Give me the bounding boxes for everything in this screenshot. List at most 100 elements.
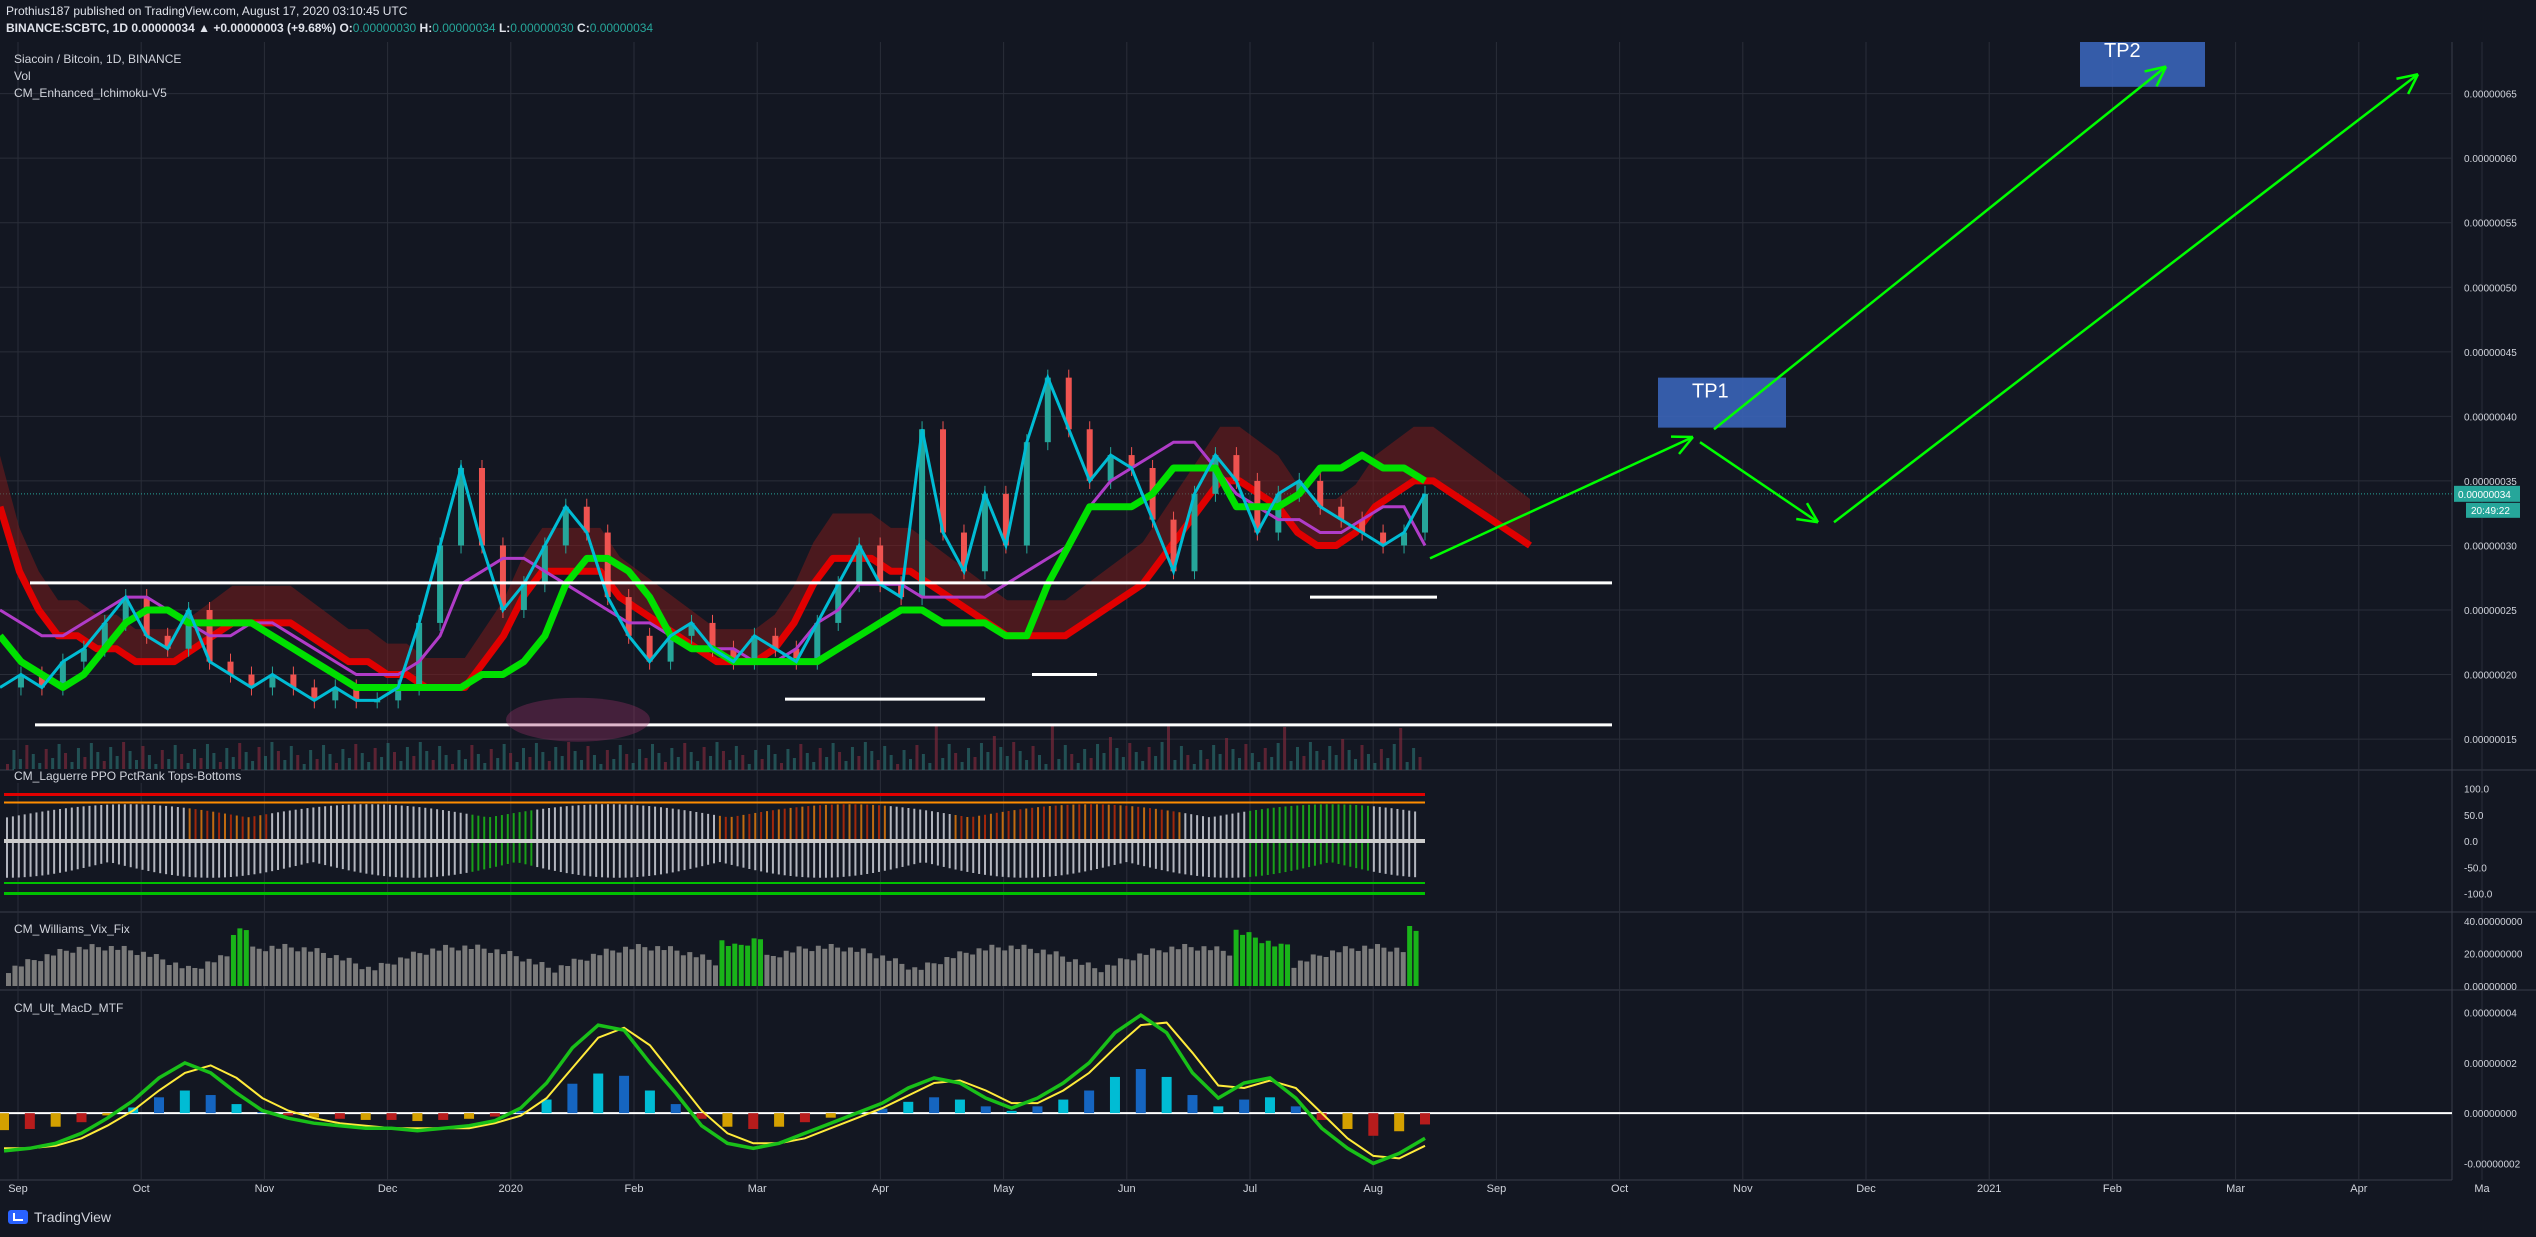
volume-bar <box>457 750 461 770</box>
laguerre-bar <box>960 816 963 841</box>
laguerre-bar <box>353 804 356 841</box>
volume-bar <box>689 752 693 770</box>
vix-bar <box>629 949 635 986</box>
vix-bar <box>963 952 969 986</box>
volume-bar <box>1083 749 1087 770</box>
legend-title[interactable]: Siacoin / Bitcoin, 1D, BINANCE <box>14 52 181 66</box>
laguerre-bar <box>1143 841 1146 867</box>
laguerre-bar <box>730 816 733 841</box>
volume-bar <box>1031 746 1035 770</box>
laguerre-bar <box>860 804 863 841</box>
volume-bar <box>1044 764 1048 770</box>
laguerre-bar <box>459 812 462 841</box>
vix-bar <box>410 951 416 986</box>
y-tick-label: 0.0 <box>2464 837 2478 848</box>
vix-bar <box>57 948 63 986</box>
vix-bar <box>1265 940 1271 986</box>
laguerre-bar <box>100 841 103 864</box>
laguerre-bar <box>683 810 686 841</box>
laguerre-bar <box>483 816 486 841</box>
y-tick-label: 20.00000000 <box>2464 950 2523 961</box>
laguerre-bar <box>82 806 85 841</box>
vix-bar <box>1291 967 1297 986</box>
vix-bar <box>931 963 937 986</box>
laguerre-bar <box>1078 841 1081 873</box>
price-change: ▲ +0.00000003 (+9.68%) <box>198 21 337 35</box>
volume-bar <box>1192 764 1196 770</box>
volume-bar <box>573 751 577 770</box>
vix-bar <box>224 956 230 986</box>
vix-bar <box>1188 947 1194 986</box>
volume-bar <box>515 762 519 770</box>
volume-bar <box>644 758 648 770</box>
pane-label-laguerre[interactable]: CM_Laguerre PPO PctRank Tops-Bottoms <box>14 769 242 783</box>
laguerre-bar <box>23 841 26 878</box>
laguerre-bar <box>754 812 757 841</box>
publish-info: Prothius187 published on TradingView.com… <box>6 4 408 18</box>
laguerre-bar <box>394 805 397 841</box>
laguerre-bar <box>135 841 138 869</box>
y-tick-label: 0.00000050 <box>2464 283 2517 294</box>
vix-bar <box>1330 950 1336 986</box>
legend-ichimoku[interactable]: CM_Enhanced_Ichimoku-V5 <box>14 86 167 100</box>
volume-bar <box>747 764 751 770</box>
laguerre-bar <box>1213 816 1216 841</box>
laguerre-bar <box>565 841 568 874</box>
macd-histogram-bar <box>412 1113 423 1122</box>
volume-bar <box>341 749 345 770</box>
volume-bar <box>1134 752 1138 770</box>
laguerre-bar <box>1113 841 1116 865</box>
volume-bar <box>909 759 912 770</box>
pane-label-macd[interactable]: CM_Ult_MacD_MTF <box>14 1001 123 1015</box>
volume-bar <box>405 747 409 770</box>
laguerre-bar <box>542 808 545 841</box>
volume-bar <box>476 754 480 770</box>
laguerre-bar <box>1160 809 1163 841</box>
laguerre-bar <box>1372 841 1375 872</box>
laguerre-bar <box>1296 805 1299 841</box>
tp2-box <box>2080 42 2205 87</box>
laguerre-bar <box>394 841 397 878</box>
laguerre-bar <box>512 813 515 841</box>
vix-bar <box>1021 944 1027 986</box>
laguerre-bar <box>412 806 415 841</box>
laguerre-bar <box>842 804 845 841</box>
laguerre-bar <box>1019 809 1022 841</box>
laguerre-bar <box>1131 806 1134 841</box>
laguerre-bar <box>400 841 403 878</box>
vix-bar <box>314 948 320 986</box>
laguerre-bar <box>559 841 562 873</box>
chart-canvas[interactable]: Sep Oct Nov Dec 2020 Feb Mar Apr May Jun Jul Aug Sep… <box>0 42 2536 1196</box>
volume-bar <box>1063 745 1067 770</box>
vix-bar <box>770 955 776 986</box>
pane-label-vix[interactable]: CM_Williams_Vix_Fix <box>14 922 130 936</box>
vix-bar <box>250 946 256 986</box>
vix-bar <box>320 952 326 986</box>
laguerre-bar <box>1337 841 1340 864</box>
laguerre-bar <box>677 841 680 872</box>
vix-bar <box>108 946 114 986</box>
vix-bar <box>1381 947 1387 986</box>
volume-bar <box>586 746 590 770</box>
vix-bar <box>18 966 24 986</box>
volume-bar <box>863 742 867 770</box>
footer-brand[interactable]: TradingView <box>8 1209 111 1225</box>
laguerre-bar <box>383 841 386 877</box>
laguerre-bar <box>400 805 403 841</box>
laguerre-bar <box>1042 841 1045 878</box>
volume-bar <box>599 764 603 770</box>
symbol[interactable]: BINANCE:SCBTC, 1D <box>6 21 128 35</box>
vix-bar <box>237 928 243 986</box>
laguerre-bar <box>701 812 704 841</box>
volume-bar <box>631 763 635 770</box>
vix-bar <box>449 947 455 986</box>
macd-histogram-bar <box>1084 1090 1095 1114</box>
volume-bar <box>1102 753 1106 770</box>
laguerre-bar <box>141 841 144 870</box>
legend-vol[interactable]: Vol <box>14 69 31 83</box>
laguerre-bar <box>872 841 875 874</box>
vix-bar <box>1233 929 1239 986</box>
laguerre-bar <box>1408 810 1411 841</box>
laguerre-bar <box>188 808 191 841</box>
vix-bar <box>1079 964 1085 986</box>
